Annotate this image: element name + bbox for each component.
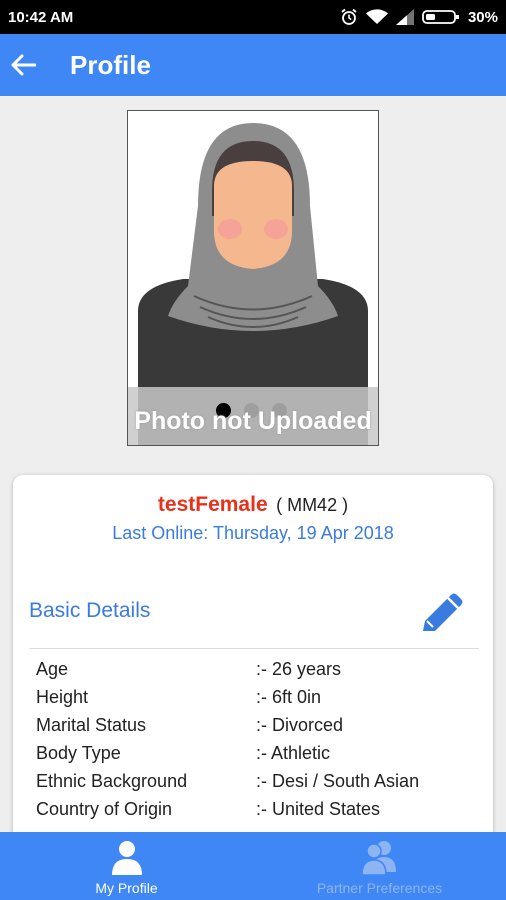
detail-row-height: Height :- 6ft 0in	[36, 683, 476, 711]
detail-label: Ethnic Background	[36, 770, 188, 791]
wifi-icon	[365, 9, 388, 24]
photo-caption: Photo not Uploaded	[134, 407, 372, 435]
detail-row-body-type: Body Type :- Athletic	[36, 739, 476, 767]
detail-value: :- 6ft 0in	[256, 686, 322, 707]
user-id: ( MM42 )	[276, 495, 349, 515]
arrow-left-icon	[11, 54, 36, 76]
app-bar: Profile	[0, 34, 506, 96]
detail-label: Age	[36, 658, 69, 679]
status-icons: 30%	[340, 8, 498, 26]
last-online: Last Online: Thursday, 19 Apr 2018	[112, 523, 394, 543]
detail-label: Body Type	[36, 742, 121, 763]
battery-icon	[422, 10, 459, 24]
detail-value: :- 26 years	[256, 658, 342, 679]
profile-photo[interactable]: Photo not Uploaded	[127, 110, 379, 446]
detail-label: Marital Status	[36, 714, 147, 735]
bottom-navigation: My Profile Partner Preferences	[0, 832, 506, 900]
detail-row-marital-status: Marital Status :- Divorced	[36, 711, 476, 739]
nav-partner-preferences[interactable]: Partner Preferences	[253, 832, 506, 900]
detail-row-ethnic-background: Ethnic Background :- Desi / South Asian	[36, 767, 476, 795]
detail-value: :- United States	[256, 798, 381, 819]
detail-value: :- Desi / South Asian	[256, 770, 420, 791]
name-line: testFemale ( MM42 )	[13, 493, 493, 517]
status-time: 10:42 AM	[8, 8, 74, 26]
detail-value: :- Divorced	[256, 714, 344, 735]
detail-row-age: Age :- 26 years	[36, 655, 476, 683]
battery-level: 30%	[467, 8, 498, 26]
basic-details-list: Age :- 26 years Height :- 6ft 0in Marita…	[36, 655, 476, 823]
user-name: testFemale	[157, 493, 268, 516]
status-bar: 10:42 AM 30%	[0, 0, 506, 34]
nav-label: My Profile	[95, 880, 158, 896]
detail-label: Height	[36, 686, 89, 707]
pencil-icon	[423, 593, 463, 631]
page-title: Profile	[70, 49, 151, 80]
person-icon	[111, 841, 142, 875]
detail-label: Country of Origin	[36, 798, 173, 819]
edit-button[interactable]	[417, 591, 465, 633]
people-icon	[360, 841, 396, 876]
section-title-basic-details: Basic Details	[29, 599, 151, 622]
nav-label: Partner Preferences	[316, 880, 443, 896]
back-button[interactable]	[0, 34, 46, 96]
detail-value: :- Athletic	[256, 742, 331, 763]
nav-my-profile[interactable]: My Profile	[0, 832, 253, 900]
alarm-icon	[341, 8, 357, 25]
divider	[29, 648, 479, 649]
signal-icon	[395, 9, 414, 25]
detail-row-country-of-origin: Country of Origin :- United States	[36, 795, 476, 823]
